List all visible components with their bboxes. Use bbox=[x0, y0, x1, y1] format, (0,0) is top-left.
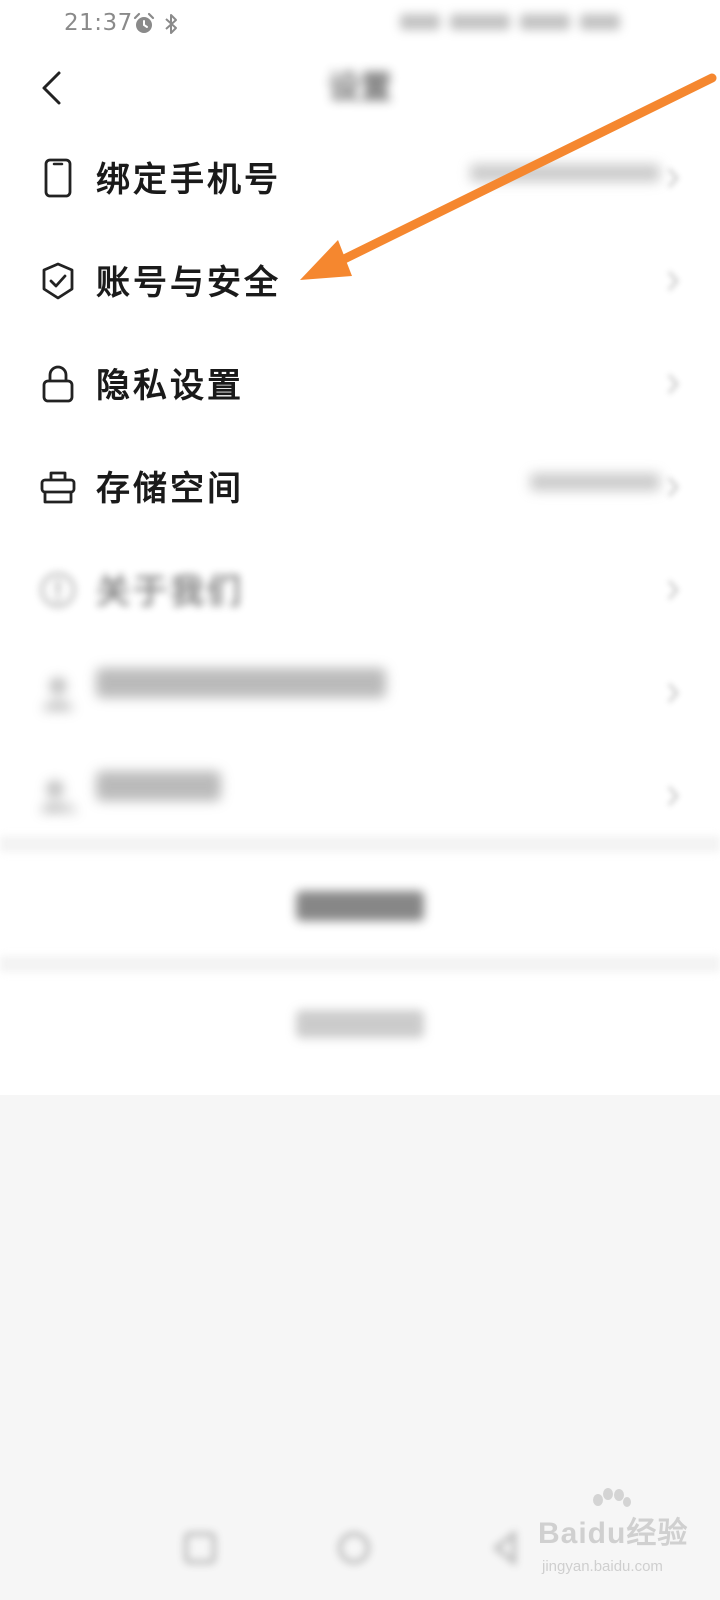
menu-item-storage[interactable]: 存储空间 bbox=[0, 437, 720, 540]
status-icons bbox=[132, 12, 180, 40]
menu-value-placeholder bbox=[530, 473, 660, 495]
logout-button[interactable] bbox=[0, 970, 720, 1074]
watermark-text: Baidu经验 bbox=[538, 1517, 689, 1550]
menu-item-bind-phone[interactable]: 绑定手机号 bbox=[0, 128, 720, 231]
chevron-right-icon bbox=[668, 786, 679, 806]
menu-item-third-party-sharing[interactable] bbox=[0, 643, 720, 746]
menu-item-about-us[interactable]: 关于我们 bbox=[0, 540, 720, 643]
page-title: 设置 bbox=[327, 68, 392, 106]
lock-icon bbox=[38, 364, 78, 404]
menu-label: 绑定手机号 bbox=[96, 160, 281, 200]
status-bar: 21:37 bbox=[0, 0, 720, 50]
settings-screen: 21:37 设置 绑定手机号 账号与安全 隐私设置 存储空间 关于我们 Baid… bbox=[0, 0, 720, 1600]
home-icon[interactable] bbox=[334, 1528, 374, 1568]
status-indicators bbox=[400, 14, 650, 36]
baidu-jingyan-watermark: Baidu经验 jingyan.baidu.com bbox=[538, 1488, 708, 1588]
chevron-right-icon bbox=[668, 374, 679, 394]
phone-icon bbox=[38, 158, 78, 198]
bluetooth-icon bbox=[162, 12, 180, 40]
menu-item-privacy-settings[interactable]: 隐私设置 bbox=[0, 334, 720, 437]
menu-label: 账号与安全 bbox=[96, 263, 281, 303]
chevron-right-icon bbox=[668, 580, 679, 600]
user-search-icon bbox=[38, 776, 78, 816]
shield-check-icon bbox=[38, 261, 78, 301]
settings-menu: 绑定手机号 账号与安全 隐私设置 存储空间 关于我们 bbox=[0, 128, 720, 849]
info-icon bbox=[38, 570, 78, 610]
menu-label: 隐私设置 bbox=[96, 366, 244, 406]
switch-account-button[interactable] bbox=[0, 852, 720, 956]
chevron-right-icon bbox=[668, 271, 679, 291]
section-divider bbox=[0, 836, 720, 852]
menu-item-account-security[interactable]: 账号与安全 bbox=[0, 231, 720, 334]
back-nav-icon[interactable] bbox=[486, 1528, 526, 1568]
menu-label: 存储空间 bbox=[96, 469, 244, 509]
recent-apps-icon[interactable] bbox=[180, 1528, 220, 1568]
chevron-right-icon bbox=[668, 477, 679, 497]
menu-label-placeholder bbox=[96, 770, 221, 810]
chevron-right-icon bbox=[668, 683, 679, 703]
menu-label: 关于我们 bbox=[96, 572, 244, 612]
menu-label-placeholder bbox=[96, 667, 386, 707]
menu-item-privacy-policy[interactable] bbox=[0, 746, 720, 849]
users-icon bbox=[38, 673, 78, 713]
menu-value-placeholder bbox=[470, 164, 660, 186]
status-time: 21:37 bbox=[64, 10, 133, 36]
storage-box-icon bbox=[38, 467, 78, 507]
chevron-right-icon bbox=[668, 168, 679, 188]
alarm-icon bbox=[132, 12, 156, 40]
watermark-url: jingyan.baidu.com bbox=[542, 1558, 663, 1575]
